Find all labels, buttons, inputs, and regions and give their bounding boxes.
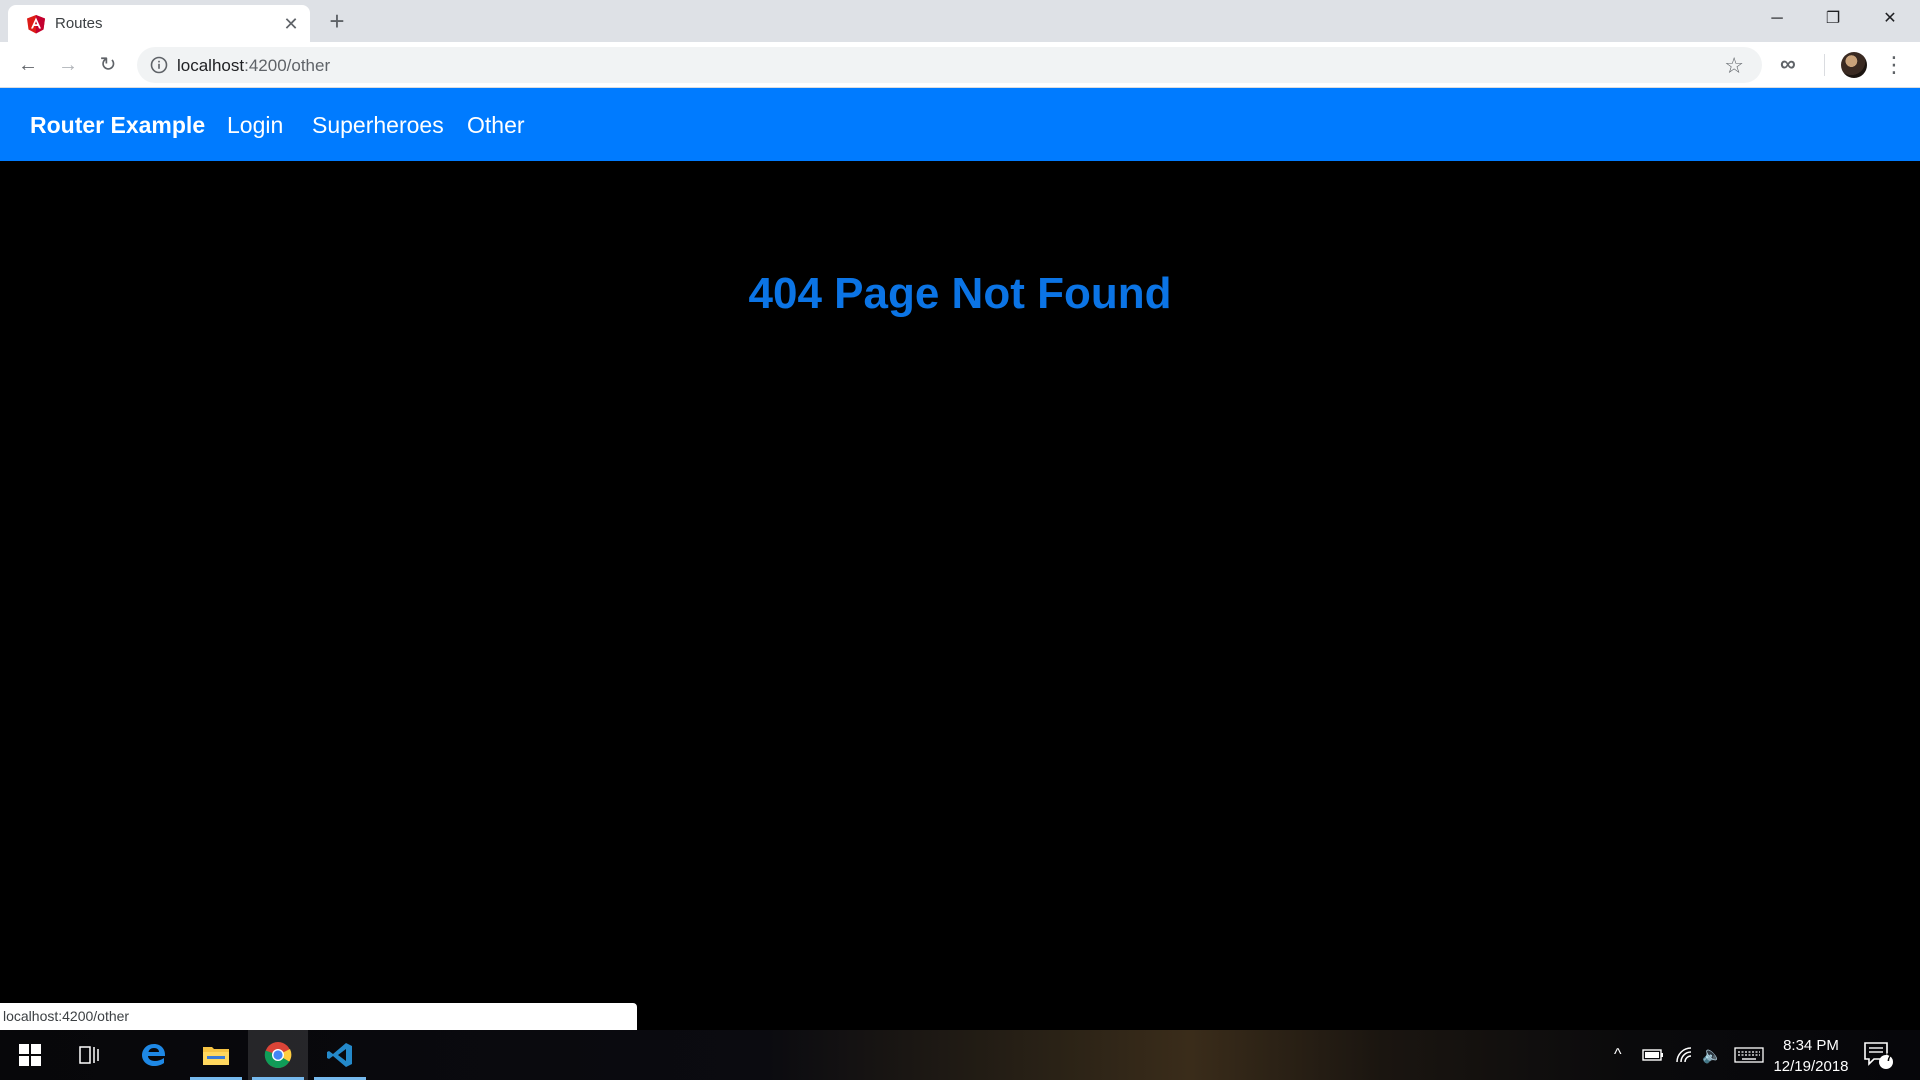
volume-icon[interactable]: 🔈: [1702, 1030, 1722, 1080]
info-icon[interactable]: [150, 56, 168, 74]
chrome-icon: [264, 1042, 292, 1068]
page-title: 404 Page Not Found: [748, 269, 1172, 318]
star-icon[interactable]: ☆: [1724, 53, 1744, 79]
browser-tabstrip: Routes ✕ + ─ ❐ ✕: [0, 0, 1920, 42]
page-content: 404 Page Not Found: [0, 161, 1920, 1031]
address-bar[interactable]: localhost:4200/other ☆: [137, 47, 1762, 83]
taskbar-clock[interactable]: 8:34 PM 12/19/2018: [1770, 1035, 1852, 1077]
task-view-icon: [79, 1046, 99, 1064]
url-path: :4200/other: [244, 56, 331, 75]
toolbar-divider: [1824, 54, 1825, 76]
vscode-icon: [327, 1043, 352, 1067]
url-host: localhost: [177, 56, 245, 75]
wifi-icon[interactable]: [1675, 1030, 1695, 1080]
tab-title: Routes: [55, 15, 103, 32]
task-view-button[interactable]: [60, 1030, 120, 1080]
clock-date: 12/19/2018: [1773, 1058, 1849, 1075]
angular-icon: [27, 15, 45, 34]
battery-shape: [1642, 1049, 1663, 1061]
taskbar-chrome[interactable]: [248, 1030, 308, 1080]
nav-link-superheroes[interactable]: Superheroes: [312, 112, 444, 139]
navbar-brand[interactable]: Router Example: [30, 112, 205, 139]
notification-count: 7: [1885, 1052, 1893, 1064]
taskbar-vscode[interactable]: [310, 1030, 370, 1080]
battery-icon[interactable]: [1642, 1030, 1664, 1080]
taskbar-file-explorer[interactable]: [186, 1030, 246, 1080]
clock-time: 8:34 PM: [1783, 1037, 1839, 1054]
notification-center-button[interactable]: 7: [1862, 1040, 1894, 1070]
status-bubble: localhost:4200/other: [0, 1003, 637, 1030]
infinity-icon[interactable]: ∞: [1780, 51, 1796, 77]
screen: Routes ✕ + ─ ❐ ✕ ← → ↻ localhost:4200/ot…: [0, 0, 1920, 1080]
app-navbar: Router Example Login Superheroes Other: [0, 88, 1920, 161]
close-window-button[interactable]: ✕: [1862, 0, 1918, 38]
tab-close-icon[interactable]: ✕: [279, 12, 303, 36]
kebab-menu-icon[interactable]: ⋮: [1880, 51, 1908, 79]
maximize-button[interactable]: ❐: [1805, 0, 1861, 38]
folder-icon: [203, 1047, 229, 1065]
keyboard-shape: [1734, 1047, 1764, 1063]
minimize-button[interactable]: ─: [1749, 0, 1805, 38]
wifi-shape: [1676, 1047, 1692, 1063]
keyboard-icon[interactable]: [1734, 1030, 1764, 1080]
tray-chevron-icon[interactable]: ^: [1614, 1030, 1622, 1080]
start-button[interactable]: [0, 1030, 60, 1080]
taskbar-edge[interactable]: [124, 1030, 184, 1080]
browser-toolbar: ← → ↻ localhost:4200/other ☆ ∞ ⋮: [0, 42, 1920, 88]
windows-taskbar: ^ 🔈 8:34 PM 12/19/2018 7: [0, 1030, 1920, 1080]
nav-link-login[interactable]: Login: [227, 112, 283, 139]
new-tab-button[interactable]: +: [323, 7, 351, 35]
reload-icon[interactable]: ↻: [94, 51, 122, 79]
nav-link-other[interactable]: Other: [467, 112, 525, 139]
avatar[interactable]: [1841, 52, 1867, 78]
url-text[interactable]: localhost:4200/other: [177, 56, 330, 76]
windows-icon: [19, 1044, 41, 1066]
forward-arrow-icon[interactable]: →: [54, 51, 82, 79]
back-arrow-icon[interactable]: ←: [14, 51, 42, 79]
edge-icon: [142, 1044, 166, 1066]
browser-tab[interactable]: Routes ✕: [8, 5, 310, 42]
